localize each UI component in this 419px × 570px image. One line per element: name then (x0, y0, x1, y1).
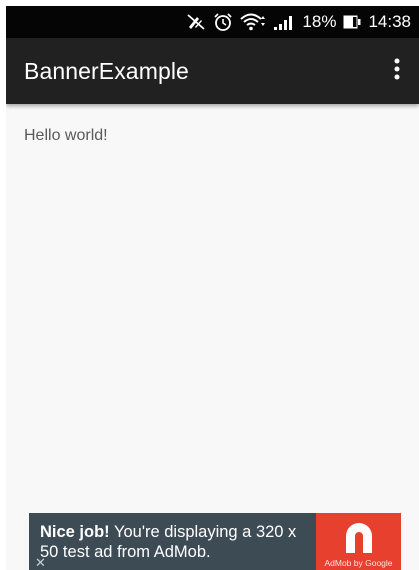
hello-world-text: Hello world! (24, 127, 108, 144)
signal-icon (273, 13, 295, 31)
ad-close-button[interactable]: ✕ (35, 556, 46, 569)
mute-icon (186, 13, 206, 31)
ad-headline-bold: Nice job! (40, 523, 110, 541)
battery-percent: 18% (302, 12, 337, 31)
ad-headline: Nice job! You're displaying a 320 x 50 t… (40, 522, 312, 562)
alarm-icon (213, 12, 233, 32)
status-bar: 18% 14:38 (6, 6, 419, 38)
app-screen: 18% 14:38 BannerExample Hello world! Nic… (6, 6, 419, 570)
admob-logo-caption: AdMob by Google (324, 558, 393, 568)
status-time: 14:38 (368, 12, 411, 31)
overflow-menu-button[interactable] (379, 51, 415, 91)
app-bar: BannerExample (6, 38, 419, 104)
wifi-icon (240, 12, 266, 32)
admob-logo: AdMob by Google (316, 513, 401, 570)
ad-banner[interactable]: Nice job! You're displaying a 320 x 50 t… (29, 513, 401, 570)
app-title: BannerExample (24, 58, 189, 84)
admob-logo-icon (342, 519, 376, 560)
battery-icon (343, 14, 361, 30)
more-vert-icon (394, 58, 400, 85)
